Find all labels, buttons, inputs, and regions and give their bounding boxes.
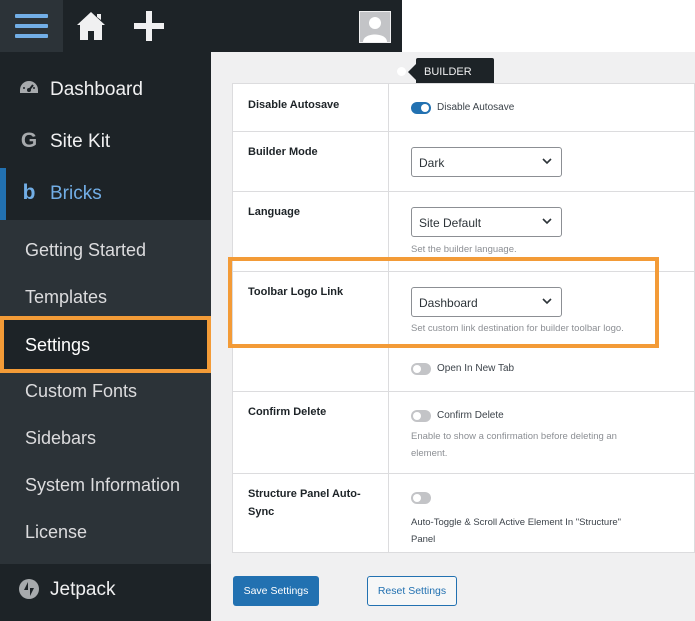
submenu-label: License bbox=[25, 522, 88, 542]
row-confirm-delete: Confirm Delete Confirm Delete Enable to … bbox=[233, 392, 695, 474]
submenu-label: Custom Fonts bbox=[25, 381, 138, 401]
submenu-custom-fonts[interactable]: Custom Fonts bbox=[0, 368, 211, 415]
bricks-b-icon: b bbox=[22, 181, 36, 204]
row-label: Language bbox=[248, 206, 300, 218]
submenu-label: Settings bbox=[25, 335, 91, 355]
toggle-label: Confirm Delete bbox=[437, 410, 504, 421]
sidebar-item-label: Jetpack bbox=[50, 579, 116, 600]
sidebar-item-dashboard[interactable]: Dashboard bbox=[0, 64, 211, 116]
sidebar-item-label: Dashboard bbox=[50, 79, 143, 100]
submenu-label: Sidebars bbox=[25, 428, 97, 448]
admin-bar bbox=[0, 0, 402, 52]
confirm-delete-description: Enable to show a confirmation before del… bbox=[411, 431, 617, 459]
toolbar-logo-link-highlight bbox=[228, 257, 659, 348]
submenu-label: System Information bbox=[25, 475, 181, 495]
dashboard-gauge-icon bbox=[20, 81, 38, 93]
row-label: Builder Mode bbox=[248, 146, 318, 158]
home-icon[interactable] bbox=[76, 10, 106, 42]
submenu-settings[interactable]: Settings bbox=[0, 316, 211, 373]
row-builder-mode: Builder Mode Dark bbox=[233, 132, 695, 192]
submenu-templates[interactable]: Templates bbox=[0, 274, 211, 321]
structure-sync-toggle[interactable] bbox=[411, 492, 431, 504]
builder-mode-select[interactable]: Dark bbox=[411, 147, 562, 177]
submenu-label: Templates bbox=[25, 287, 108, 307]
language-select[interactable]: Site Default bbox=[411, 207, 562, 237]
submenu-label: Getting Started bbox=[25, 240, 147, 260]
save-settings-button[interactable]: Save Settings bbox=[233, 576, 319, 606]
submenu-getting-started[interactable]: Getting Started bbox=[0, 227, 211, 274]
sidebar-item-label: Site Kit bbox=[50, 131, 111, 152]
sidebar-item-bricks[interactable]: b Bricks bbox=[0, 168, 211, 220]
row-label: Confirm Delete bbox=[248, 406, 327, 418]
submenu-sidebars[interactable]: Sidebars bbox=[0, 415, 211, 462]
builder-tab-tooltip: BUILDER TAB bbox=[408, 58, 494, 106]
row-label: Structure Panel Auto-Sync bbox=[248, 488, 361, 518]
jetpack-bolt-icon bbox=[19, 579, 39, 599]
sidebar-item-label: Bricks bbox=[50, 183, 102, 204]
bricks-submenu: Getting Started Templates Settings Custo… bbox=[0, 220, 211, 564]
confirm-delete-toggle[interactable] bbox=[411, 410, 431, 422]
submenu-license[interactable]: License bbox=[0, 509, 211, 556]
disable-autosave-toggle[interactable] bbox=[411, 102, 431, 114]
google-g-icon: G bbox=[20, 129, 38, 152]
row-structure-panel-auto-sync: Structure Panel Auto-Sync Auto-Toggle & … bbox=[233, 474, 695, 554]
toggle-label: Open In New Tab bbox=[437, 363, 515, 374]
admin-sidebar: Dashboard G Site Kit b Bricks Getting St… bbox=[0, 52, 211, 621]
menu-icon[interactable] bbox=[0, 0, 63, 52]
sidebar-item-jetpack[interactable]: Jetpack bbox=[0, 564, 211, 616]
add-new-icon[interactable] bbox=[134, 11, 164, 41]
chevron-down-icon bbox=[542, 218, 552, 225]
chevron-down-icon bbox=[542, 158, 552, 165]
submenu-system-information[interactable]: System Information bbox=[0, 462, 211, 509]
toggle-label: Disable Autosave bbox=[437, 102, 515, 113]
select-value: Site Default bbox=[419, 216, 482, 230]
toggle-label: Auto-Toggle & Scroll Active Element In "… bbox=[411, 517, 622, 545]
sidebar-item-site-kit[interactable]: G Site Kit bbox=[0, 116, 211, 168]
user-avatar-icon[interactable] bbox=[359, 11, 391, 43]
language-description: Set the builder language. bbox=[411, 244, 517, 255]
wp-admin-page: Dashboard G Site Kit b Bricks Getting St… bbox=[0, 0, 695, 621]
tooltip-anchor-dot bbox=[397, 67, 406, 76]
reset-settings-button[interactable]: Reset Settings bbox=[367, 576, 457, 606]
row-label: Disable Autosave bbox=[248, 99, 340, 111]
open-in-new-tab-toggle[interactable] bbox=[411, 363, 431, 375]
select-value: Dark bbox=[419, 156, 445, 170]
row-disable-autosave: Disable Autosave Disable Autosave bbox=[233, 84, 695, 132]
